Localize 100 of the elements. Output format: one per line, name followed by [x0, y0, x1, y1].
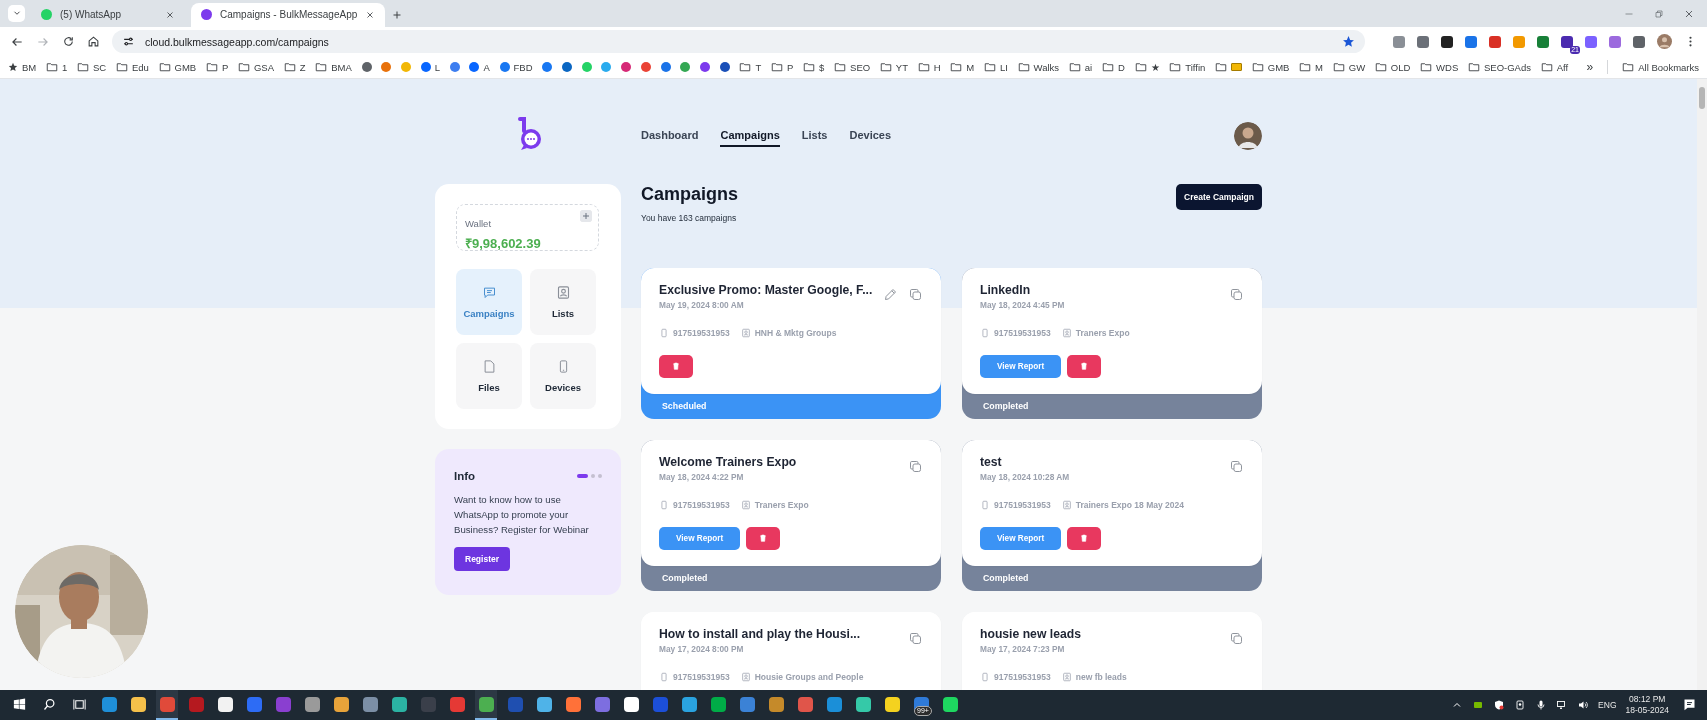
- site-icon[interactable]: [449, 62, 460, 73]
- trash-icon: [1079, 533, 1090, 544]
- close-icon[interactable]: [365, 9, 376, 20]
- site-icon[interactable]: [719, 62, 730, 73]
- bookmark-folder[interactable]: GMB: [158, 60, 197, 75]
- extension-icon[interactable]: [1441, 35, 1453, 48]
- language-indicator[interactable]: ENG: [1598, 700, 1617, 710]
- copy-icon[interactable]: [1229, 458, 1244, 474]
- site-icon[interactable]: [640, 62, 651, 73]
- site-icon[interactable]: [621, 62, 632, 73]
- bookmark-item[interactable]: A: [469, 60, 490, 74]
- bookmark-folder[interactable]: H: [917, 60, 941, 75]
- site-icon[interactable]: [381, 62, 392, 73]
- delete-button[interactable]: [746, 526, 781, 550]
- user-avatar[interactable]: [1234, 121, 1262, 150]
- sidebar-menu-tile[interactable]: Files: [456, 342, 522, 409]
- bookmark-folder[interactable]: Edu: [115, 60, 149, 75]
- sidebar-menu-tile[interactable]: Campaigns: [456, 268, 522, 335]
- bookmark-folder[interactable]: D: [1101, 60, 1125, 75]
- bookmark-folder[interactable]: WDS: [1420, 60, 1459, 75]
- site-icon[interactable]: [700, 62, 710, 73]
- bookmark-folder[interactable]: Aff: [1540, 60, 1569, 75]
- page-title: Campaigns: [641, 183, 739, 205]
- file-icon: [481, 358, 497, 374]
- folder-icon: [77, 61, 89, 74]
- bookmark-folder[interactable]: 1: [45, 60, 68, 75]
- profile-avatar[interactable]: [1657, 34, 1672, 50]
- bookmark-folder[interactable]: GMB: [1251, 60, 1290, 75]
- clock-time[interactable]: 08:12 PM: [1629, 694, 1666, 705]
- campaign-date: May 18, 2024 10:28 AM: [980, 471, 1070, 482]
- nav-link[interactable]: Campaigns: [720, 124, 780, 147]
- home-icon[interactable]: [87, 35, 100, 49]
- carousel-dot[interactable]: [591, 473, 595, 478]
- bookmarks-overflow-button[interactable]: »: [1586, 60, 1594, 75]
- sidebar-menu-tile[interactable]: Lists: [530, 268, 596, 335]
- site-icon[interactable]: [561, 62, 572, 73]
- bookmark-folder[interactable]: OLD: [1374, 60, 1411, 75]
- campaign-title: How to install and play the Housi...: [659, 626, 861, 641]
- site-icon[interactable]: [680, 62, 691, 73]
- nav-link[interactable]: Devices: [849, 124, 892, 147]
- folder-icon: [1101, 61, 1114, 74]
- nav-link[interactable]: Lists: [801, 124, 828, 147]
- bookmark-folder[interactable]: $: [803, 60, 825, 75]
- browser-tab[interactable]: (5) WhatsApp: [31, 2, 185, 27]
- restore-icon[interactable]: [1653, 7, 1665, 20]
- bookmark-folder[interactable]: Z: [283, 60, 306, 75]
- delete-button[interactable]: [1067, 354, 1102, 378]
- sidebar-menu-tile[interactable]: Devices: [530, 342, 596, 409]
- speaker-icon[interactable]: [1577, 699, 1590, 711]
- bookmark-item[interactable]: FBD: [499, 60, 533, 74]
- nav-link[interactable]: Dashboard: [641, 124, 699, 147]
- close-icon[interactable]: [165, 9, 175, 20]
- site-icon[interactable]: [542, 62, 553, 73]
- reload-icon[interactable]: [62, 35, 75, 49]
- bookmark-folder[interactable]: LI: [983, 60, 1008, 75]
- all-bookmarks-button[interactable]: All Bookmarks: [1622, 60, 1699, 75]
- bookmark-folder[interactable]: M: [950, 60, 975, 75]
- delete-button[interactable]: [659, 354, 693, 378]
- bookmark-folder[interactable]: SC: [77, 60, 107, 75]
- register-button[interactable]: Register: [454, 546, 510, 571]
- task-view-icon[interactable]: [72, 697, 87, 713]
- campaign-status: Completed: [662, 573, 708, 584]
- bookmark-folder[interactable]: SEO-GAds: [1468, 60, 1531, 75]
- scrollbar-thumb[interactable]: [1699, 86, 1705, 109]
- bookmark-folder[interactable]: M: [1299, 60, 1324, 75]
- bookmark-folder[interactable]: BMA: [315, 60, 352, 75]
- copy-icon[interactable]: [1229, 286, 1244, 302]
- copy-icon[interactable]: [908, 286, 923, 302]
- clock-date[interactable]: 18-05-2024: [1625, 705, 1669, 716]
- bookmark-folder[interactable]: GW: [1332, 60, 1366, 75]
- bookmark-folder[interactable]: GSA: [237, 60, 274, 75]
- copy-icon[interactable]: [908, 458, 923, 474]
- site-icon[interactable]: [361, 62, 372, 73]
- copy-icon[interactable]: [1229, 630, 1244, 646]
- copy-icon[interactable]: [908, 630, 923, 646]
- bookmark-item[interactable]: L: [420, 60, 441, 74]
- bookmark-item[interactable]: BM: [8, 60, 37, 74]
- trash-icon: [758, 533, 769, 544]
- bookmark-star-icon[interactable]: [1342, 35, 1355, 49]
- extension-icon[interactable]: [1633, 35, 1645, 48]
- webcam-icon[interactable]: [1514, 699, 1527, 711]
- site-icon[interactable]: [660, 62, 671, 73]
- bookmark-folder[interactable]: ai: [1068, 60, 1093, 75]
- shield-icon[interactable]: [1493, 699, 1506, 711]
- start-icon[interactable]: [12, 697, 27, 713]
- create-campaign-button[interactable]: Create Campaign: [1176, 183, 1262, 210]
- bookmark-folder[interactable]: Tiffin: [1169, 60, 1206, 75]
- bookmark-folder[interactable]: SEO: [834, 60, 871, 75]
- bookmark-folder[interactable]: P: [770, 60, 794, 75]
- delete-button[interactable]: [1067, 526, 1102, 550]
- bookmark-folder[interactable]: ★: [1134, 60, 1160, 75]
- browser-tab[interactable]: Campaigns - BulkMessageApp: [191, 2, 386, 27]
- carousel-dot[interactable]: [598, 473, 602, 478]
- address-bar[interactable]: cloud.bulkmessageapp.com/campaigns: [112, 30, 1365, 54]
- extension-icon[interactable]: [1561, 35, 1573, 48]
- bookmark-folder[interactable]: P: [205, 60, 229, 75]
- bookmark-folder[interactable]: Walks: [1017, 60, 1060, 75]
- bookmark-folder[interactable]: T: [739, 60, 762, 75]
- tray-app-icon[interactable]: [1472, 699, 1485, 711]
- bookmark-folder[interactable]: YT: [879, 60, 908, 75]
